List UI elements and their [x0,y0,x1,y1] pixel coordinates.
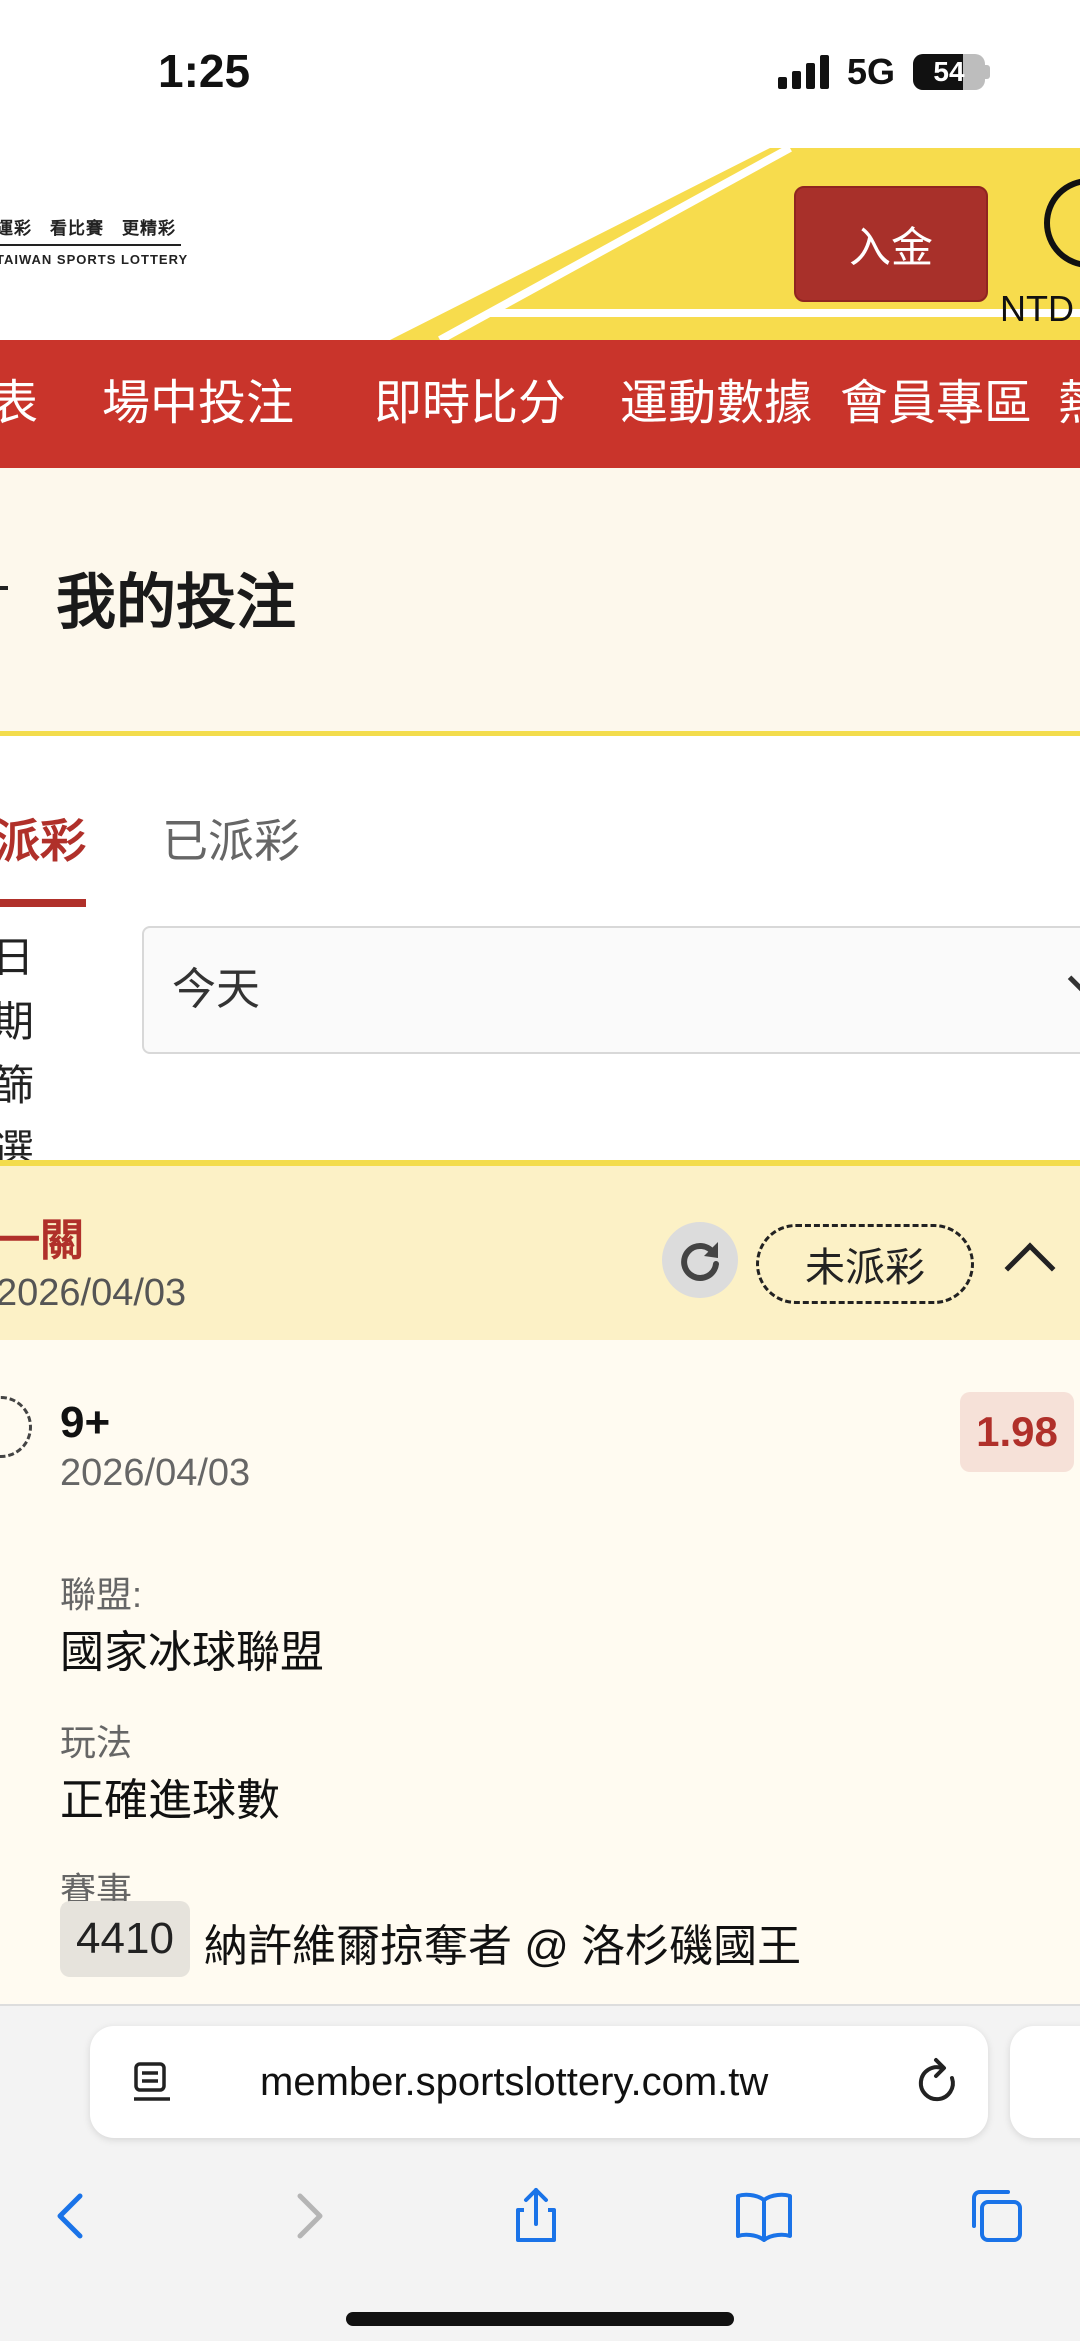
selection-name: 9+ [60,1398,111,1447]
date-filter-value: 今天 [172,965,260,1014]
share-button[interactable] [496,2176,576,2256]
play-label: 玩法 [60,1722,133,1763]
play-value: 正確進球數 [60,1776,280,1825]
league-label: 聯盟: [60,1574,143,1615]
main-nav: 表 場中投注 即時比分 運動數據 會員專區 熱 [0,340,1080,468]
book-icon [736,2192,792,2242]
bet-type: 一關 [0,1216,84,1265]
chevron-left-icon [57,2193,83,2239]
url-text: member.sportslottery.com.tw [260,2060,769,2104]
share-icon [516,2188,556,2242]
nav-item-sports-data[interactable]: 運動數據 [620,340,812,468]
nav-item-member-zone[interactable]: 會員專區 [840,340,1032,468]
event-code-badge: 4410 [60,1901,190,1977]
battery-icon: 54 [913,54,990,90]
event-name: 納許維爾掠奪者 @ 洛杉磯國王 [204,1922,802,1971]
logo-slogan: 運彩 看比賽 更精彩 [0,214,181,246]
page-menu-icon[interactable] [132,2060,172,2104]
next-tab-bar[interactable] [1010,2026,1080,2138]
back-arrow-icon[interactable] [0,586,8,590]
site-logo[interactable]: 運彩 看比賽 更精彩 TAIWAN SPORTS LOTTERY [0,214,188,267]
refresh-button[interactable] [662,1222,738,1298]
reload-icon[interactable] [912,2056,964,2108]
browser-toolbar [0,2166,1080,2266]
tabs-icon [972,2190,1022,2242]
bet-date: 2026/04/03 [0,1272,187,1314]
nav-item-live-betting[interactable]: 場中投注 [102,340,294,468]
network-label: 5G [846,51,895,92]
bet-card-header[interactable]: 一關 2026/04/03 未派彩 [0,1160,1080,1340]
page-title: 我的投注 [56,569,296,636]
nav-item-more[interactable]: 熱 [1058,340,1080,468]
refresh-icon [681,1242,719,1281]
selection-status-icon [0,1396,32,1458]
date-filter-select[interactable]: 今天 [142,926,1080,1054]
status-bar: 1:25 5G 54 [0,0,1080,148]
address-bar[interactable]: member.sportslottery.com.tw [90,2026,988,2138]
chevron-down-icon [1067,957,1080,1001]
site-header: 運彩 看比賽 更精彩 TAIWAN SPORTS LOTTERY 入金 NTD [0,148,1080,340]
status-time: 1:25 [158,45,251,97]
status-indicators: 5G 54 [777,51,990,92]
back-button[interactable] [32,2176,112,2256]
tab-settled[interactable]: 已派彩 [162,805,300,871]
chevron-right-icon [297,2193,323,2239]
league-value: 國家冰球聯盟 [60,1628,324,1677]
nav-item-live-scores[interactable]: 即時比分 [374,340,566,468]
date-filter-label: 日期篩選 [0,934,35,1173]
page-title-area: 我的投注 [0,468,1080,736]
chevron-up-icon[interactable] [1004,1242,1056,1294]
odds-badge: 1.98 [960,1392,1074,1472]
bet-card: 一關 2026/04/03 未派彩 9+ 2026/04/03 1.98 聯盟:… [0,1160,1080,2010]
bet-status-tabs: 派彩 已派彩 [0,741,1080,907]
deposit-button[interactable]: 入金 [794,186,988,302]
signal-icon [777,55,829,89]
home-indicator[interactable] [346,2312,734,2326]
forward-button[interactable] [268,2176,348,2256]
tab-unsettled[interactable]: 派彩 [0,805,86,907]
bet-card-body: 9+ 2026/04/03 1.98 聯盟: 國家冰球聯盟 玩法 正確進球數 賽… [0,1340,1080,2005]
browser-chrome: member.sportslottery.com.tw [0,2006,1080,2341]
date-filter: 日期篩選 今天 [0,910,1080,1173]
logo-english: TAIWAN SPORTS LOTTERY [0,252,189,267]
nav-item-schedule[interactable]: 表 [0,340,38,468]
bookmarks-button[interactable] [724,2176,804,2256]
battery-level: 54 [933,56,965,87]
status-badge: 未派彩 [756,1224,974,1304]
currency-label: NTD [1000,288,1074,329]
tabs-button[interactable] [956,2176,1036,2256]
selection-date: 2026/04/03 [60,1452,251,1494]
